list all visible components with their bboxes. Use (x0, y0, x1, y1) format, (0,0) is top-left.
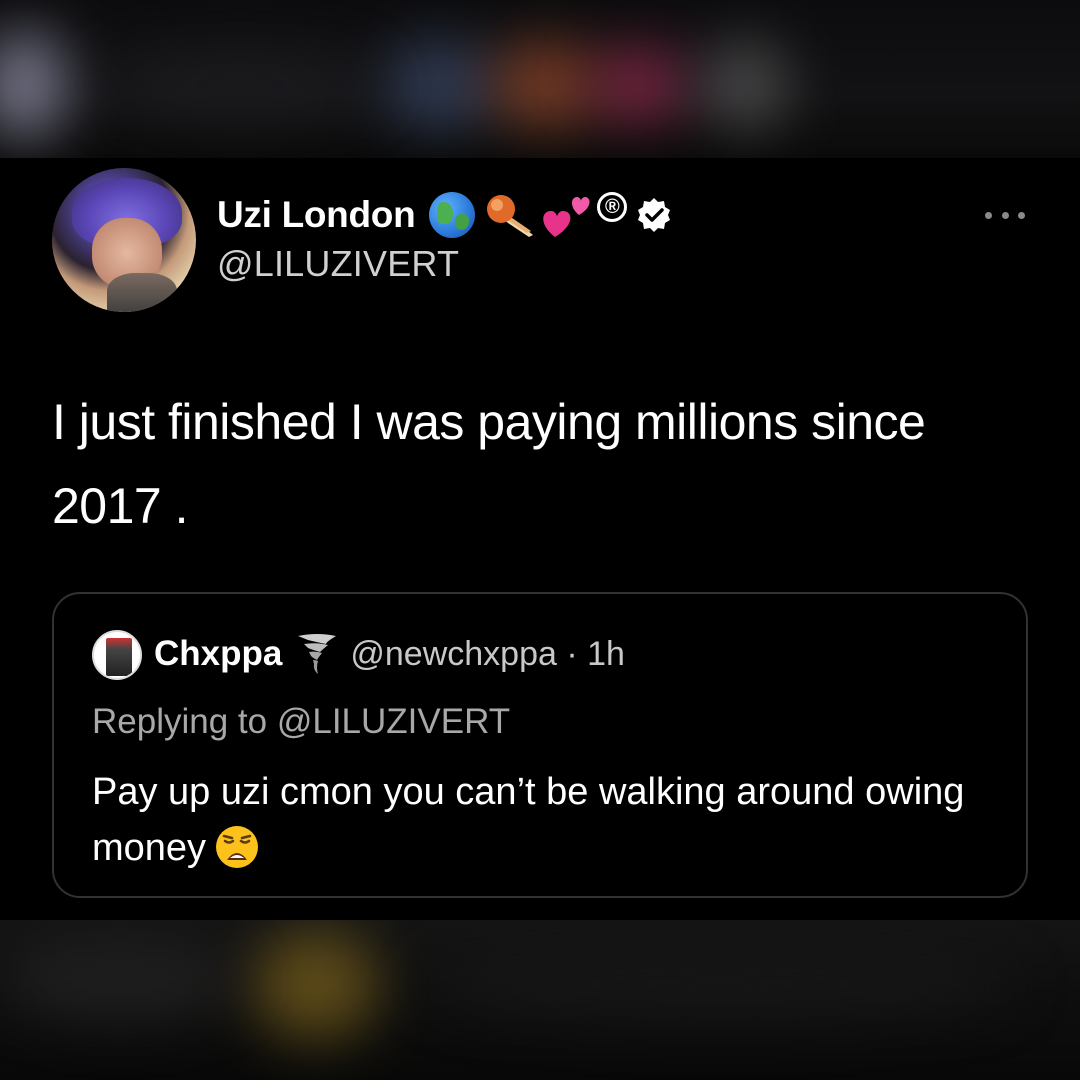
blurred-top-band (0, 0, 1080, 158)
quoted-author-row: Chxppa @newchxppa · 1h (154, 624, 625, 684)
quoted-handle-time[interactable]: @newchxppa · 1h (350, 635, 625, 674)
quoted-tweet-text: Pay up uzi cmon you can’t be walking aro… (92, 764, 992, 876)
author-handle[interactable]: @LILUZIVERT (217, 243, 459, 285)
quoted-display-name[interactable]: Chxppa (154, 634, 282, 674)
comet-icon (487, 195, 534, 237)
screenshot-frame: Uzi London ® @LILUZIVERT I just finished… (0, 0, 1080, 1080)
replying-to[interactable]: Replying to @LILUZIVERT (92, 702, 510, 742)
tweet-text: I just finished I was paying millions si… (52, 394, 926, 534)
display-name[interactable]: Uzi London (217, 194, 416, 236)
tornado-icon (298, 634, 337, 674)
registered-mark: ® (597, 192, 628, 222)
globe-icon (429, 192, 476, 238)
avatar[interactable] (52, 168, 196, 312)
blurred-bottom-band (0, 920, 1080, 1080)
two-hearts-icon (543, 197, 590, 237)
weary-face-icon (216, 825, 259, 868)
verified-badge-icon (638, 198, 671, 232)
quoted-avatar[interactable] (92, 630, 142, 680)
tweet-author-row: Uzi London ® (217, 190, 673, 240)
more-options-icon[interactable] (985, 205, 1025, 225)
quoted-tweet[interactable]: Chxppa @newchxppa · 1h Replying to @LILU… (52, 592, 1028, 898)
